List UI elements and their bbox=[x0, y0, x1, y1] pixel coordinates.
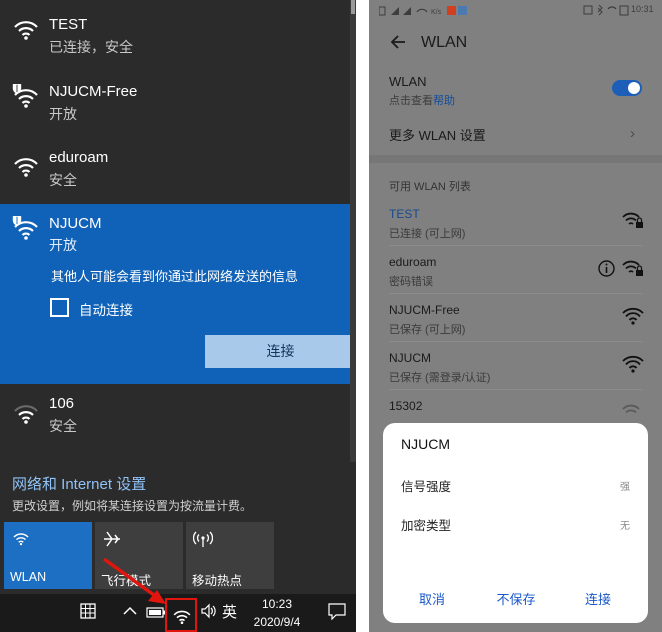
taskbar-date[interactable]: 2020/9/4 bbox=[250, 615, 304, 629]
notification-icon[interactable] bbox=[328, 603, 346, 620]
auto-connect-checkbox[interactable] bbox=[50, 298, 69, 317]
ap-status: 已保存 (可上网) bbox=[389, 324, 466, 336]
network-status: 已连接，安全 bbox=[49, 39, 133, 55]
signal-strength-value: 强 bbox=[620, 482, 630, 493]
network-settings-description: 更改设置，例如将某连接设置为按流量计费。 bbox=[12, 499, 253, 513]
divider-line bbox=[389, 293, 642, 294]
svg-text:K/s: K/s bbox=[431, 9, 442, 16]
ap-name: TEST bbox=[389, 207, 420, 221]
wifi-icon bbox=[13, 158, 39, 178]
network-item-njucm-free[interactable]: NJUCM-Free 开放 bbox=[0, 68, 356, 136]
ap-item-test[interactable]: TEST 已连接 (可上网) bbox=[369, 207, 662, 247]
android-wlan-settings: K/s 10:31 WLAN WLAN 点击查看帮助 更多 WLAN 设置 › … bbox=[369, 0, 662, 632]
ap-name: NJUCM bbox=[389, 351, 431, 365]
available-networks-header: 可用 WLAN 列表 bbox=[389, 181, 471, 193]
status-right-icons bbox=[583, 4, 629, 16]
chevron-up-icon[interactable] bbox=[122, 603, 138, 619]
more-wlan-settings[interactable]: 更多 WLAN 设置 bbox=[389, 125, 486, 144]
divider-line bbox=[389, 389, 642, 390]
back-arrow-icon[interactable] bbox=[389, 33, 407, 51]
section-separator bbox=[369, 155, 662, 163]
wifi-locked-icon bbox=[622, 212, 643, 228]
chevron-right-icon: › bbox=[630, 125, 635, 142]
forget-button[interactable]: 不保存 bbox=[481, 589, 551, 608]
network-settings-link[interactable]: 网络和 Internet 设置 bbox=[12, 473, 146, 494]
network-status: 开放 bbox=[49, 106, 77, 122]
network-status: 开放 bbox=[49, 237, 77, 253]
info-icon[interactable] bbox=[598, 260, 615, 277]
dialog-title: NJUCM bbox=[401, 436, 450, 452]
network-name: eduroam bbox=[49, 149, 109, 166]
cancel-button[interactable]: 取消 bbox=[397, 589, 467, 608]
wlan-help-text: 点击查看帮助 bbox=[389, 92, 455, 108]
taskbar: 英 10:23 2020/9/4 bbox=[0, 594, 356, 632]
airplane-icon bbox=[104, 531, 120, 547]
wlan-help-prefix: 点击查看 bbox=[389, 95, 433, 107]
tile-label: 飞行模式 bbox=[101, 574, 152, 588]
wlan-toggle[interactable] bbox=[612, 80, 642, 96]
encryption-type-value: 无 bbox=[620, 521, 630, 532]
security-warning: 其他人可能会看到你通过此网络发送的信息 bbox=[51, 269, 299, 284]
encryption-type-label: 加密类型 bbox=[401, 519, 452, 533]
signal-strength-label: 信号强度 bbox=[401, 480, 452, 494]
wifi-locked-icon bbox=[622, 260, 643, 276]
keyboard-grid-icon[interactable] bbox=[80, 603, 96, 619]
tile-airplane-mode[interactable]: 飞行模式 bbox=[95, 522, 183, 589]
ap-item-njucm[interactable]: NJUCM 已保存 (需登录/认证) bbox=[369, 351, 662, 391]
taskbar-wifi-button[interactable] bbox=[165, 598, 197, 632]
ap-item-njucm-free[interactable]: NJUCM-Free 已保存 (可上网) bbox=[369, 303, 662, 343]
ap-status: 已保存 (需登录/认证) bbox=[389, 372, 491, 384]
taskbar-time[interactable]: 10:23 bbox=[254, 597, 300, 611]
auto-connect-label: 自动连接 bbox=[79, 303, 133, 318]
ap-status: 已连接 (可上网) bbox=[389, 228, 466, 240]
network-item-106[interactable]: 106 安全 bbox=[0, 384, 356, 452]
status-bar: K/s 10:31 bbox=[369, 0, 662, 20]
ap-name: eduroam bbox=[389, 255, 437, 269]
network-name: TEST bbox=[49, 16, 88, 33]
toggle-knob bbox=[628, 82, 640, 94]
ime-indicator[interactable]: 英 bbox=[222, 601, 237, 622]
divider-line bbox=[389, 245, 642, 246]
connect-button[interactable]: 连接 bbox=[563, 589, 633, 608]
page-title: WLAN bbox=[421, 34, 468, 51]
wifi-warning-icon bbox=[12, 216, 39, 241]
wlan-toggle-label: WLAN bbox=[389, 74, 427, 89]
ap-status: 密码错误 bbox=[389, 276, 433, 288]
network-status: 安全 bbox=[49, 418, 77, 434]
wifi-icon bbox=[173, 610, 191, 625]
wifi-icon bbox=[622, 355, 644, 373]
windows-network-flyout: TEST 已连接，安全 NJUCM-Free 开放 eduroam 安全 NJU… bbox=[0, 0, 356, 632]
wifi-warning-icon bbox=[12, 84, 39, 109]
volume-icon[interactable] bbox=[200, 603, 216, 619]
tile-label: WLAN bbox=[10, 570, 47, 584]
network-item-test[interactable]: TEST 已连接，安全 bbox=[0, 0, 356, 68]
wifi-icon bbox=[13, 21, 39, 41]
network-details-dialog: NJUCM 信号强度 强 加密类型 无 取消 不保存 连接 bbox=[383, 423, 648, 623]
network-name: NJUCM bbox=[49, 215, 102, 232]
scrollbar-thumb[interactable] bbox=[351, 0, 355, 14]
ap-name: NJUCM-Free bbox=[389, 303, 460, 317]
divider-line bbox=[389, 341, 642, 342]
network-status: 安全 bbox=[49, 172, 77, 188]
status-icons: K/s bbox=[379, 6, 467, 16]
wifi-locked-icon bbox=[622, 404, 640, 414]
ap-item-eduroam[interactable]: eduroam 密码错误 bbox=[369, 255, 662, 295]
help-link[interactable]: 帮助 bbox=[433, 95, 455, 107]
ap-name: 15302 bbox=[389, 399, 423, 413]
hotspot-icon bbox=[193, 531, 213, 547]
tile-wlan[interactable]: WLAN bbox=[4, 522, 92, 589]
network-item-njucm[interactable]: NJUCM 开放 其他人可能会看到你通过此网络发送的信息 自动连接 连接 bbox=[0, 204, 356, 384]
network-name: NJUCM-Free bbox=[49, 83, 138, 100]
wifi-weak-icon bbox=[14, 405, 38, 424]
panel-divider bbox=[356, 0, 369, 632]
connect-button[interactable]: 连接 bbox=[205, 335, 356, 368]
wifi-icon bbox=[622, 307, 644, 325]
battery-icon[interactable] bbox=[146, 606, 166, 618]
wifi-icon bbox=[13, 533, 29, 547]
status-time: 10:31 bbox=[631, 4, 654, 14]
tile-mobile-hotspot[interactable]: 移动热点 bbox=[186, 522, 274, 589]
network-name: 106 bbox=[49, 395, 75, 412]
tile-label: 移动热点 bbox=[192, 574, 243, 588]
network-item-eduroam[interactable]: eduroam 安全 bbox=[0, 136, 356, 204]
